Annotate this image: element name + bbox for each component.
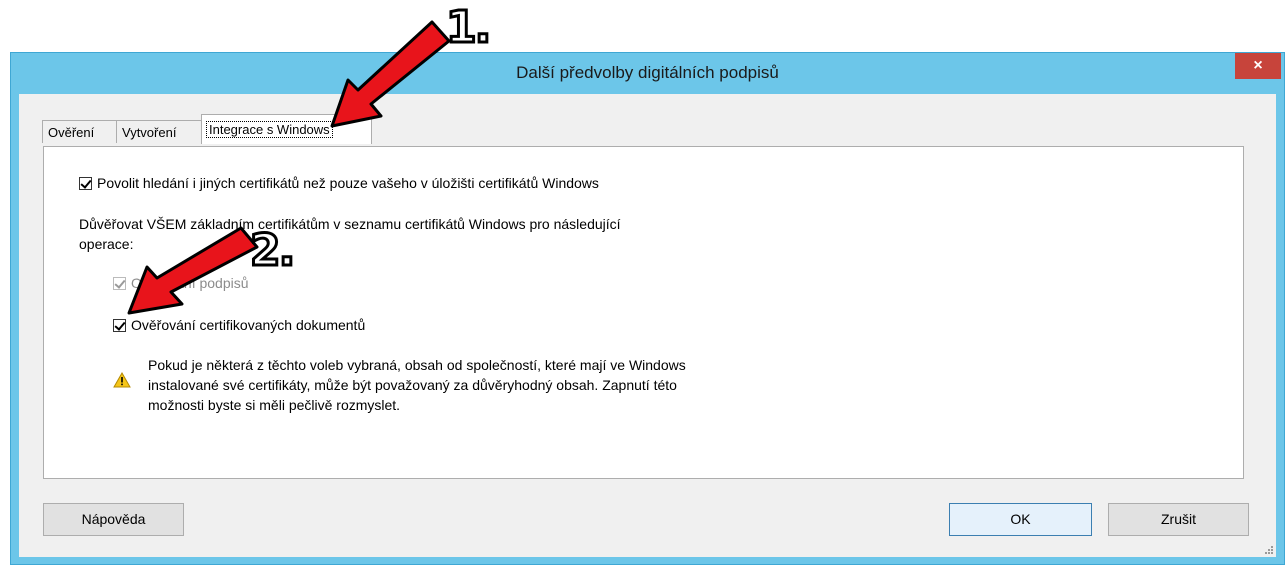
ok-button[interactable]: OK [949, 503, 1092, 536]
validate-signatures-option: Ověřování podpisů [113, 275, 249, 291]
close-icon: × [1253, 57, 1263, 74]
trust-text-line2: operace: [79, 236, 134, 252]
warning-line3: možnosti byste si měli pečlivě rozmyslet… [148, 397, 401, 413]
validate-signatures-label: Ověřování podpisů [131, 275, 249, 291]
trust-description: Důvěřovat VŠEM základním certifikátům v … [79, 214, 621, 254]
dialog-window: Další předvolby digitálních podpisů × Ov… [10, 52, 1285, 565]
warning-line2: instalované své certifikáty, může být po… [148, 377, 677, 393]
cancel-button[interactable]: Zrušit [1108, 503, 1249, 536]
tab-label: Ověření [48, 125, 95, 140]
annotation-step-1: 1. [444, 1, 492, 55]
tab-label: Vytvoření [122, 125, 177, 140]
validate-certified-docs-option[interactable]: Ověřování certifikovaných dokumentů [113, 317, 365, 333]
help-button[interactable]: Nápověda [43, 503, 184, 536]
annotation-step-2: 2. [248, 224, 296, 278]
tab-vytvoreni[interactable]: Vytvoření [116, 120, 202, 143]
validate-certified-docs-checkbox[interactable] [113, 319, 126, 332]
search-other-certs-label: Povolit hledání i jiných certifikátů než… [97, 175, 599, 191]
title-bar[interactable]: Další předvolby digitálních podpisů × [11, 53, 1284, 93]
close-button[interactable]: × [1235, 53, 1281, 79]
trust-text-line1: Důvěřovat VŠEM základním certifikátům v … [79, 216, 621, 232]
tab-integrace-s-windows[interactable]: Integrace s Windows [201, 114, 372, 144]
search-other-certs-option[interactable]: Povolit hledání i jiných certifikátů než… [79, 175, 599, 191]
validate-certified-docs-label: Ověřování certifikovaných dokumentů [131, 317, 366, 333]
tab-label: Integrace s Windows [206, 121, 333, 138]
tab-overeni[interactable]: Ověření [42, 120, 117, 143]
warning-line1: Pokud je některá z těchto voleb vybraná,… [148, 357, 686, 373]
warning-text: Pokud je některá z těchto voleb vybraná,… [148, 355, 686, 415]
tab-panel: Povolit hledání i jiných certifikátů než… [43, 146, 1244, 479]
dialog-client-area: Ověření Vytvoření Integrace s Windows Po… [19, 94, 1276, 557]
search-other-certs-checkbox[interactable] [79, 177, 92, 190]
validate-signatures-checkbox [113, 277, 126, 290]
warning-icon [113, 372, 131, 388]
dialog-title: Další předvolby digitálních podpisů [516, 63, 779, 82]
resize-grip-icon[interactable] [1264, 545, 1274, 555]
